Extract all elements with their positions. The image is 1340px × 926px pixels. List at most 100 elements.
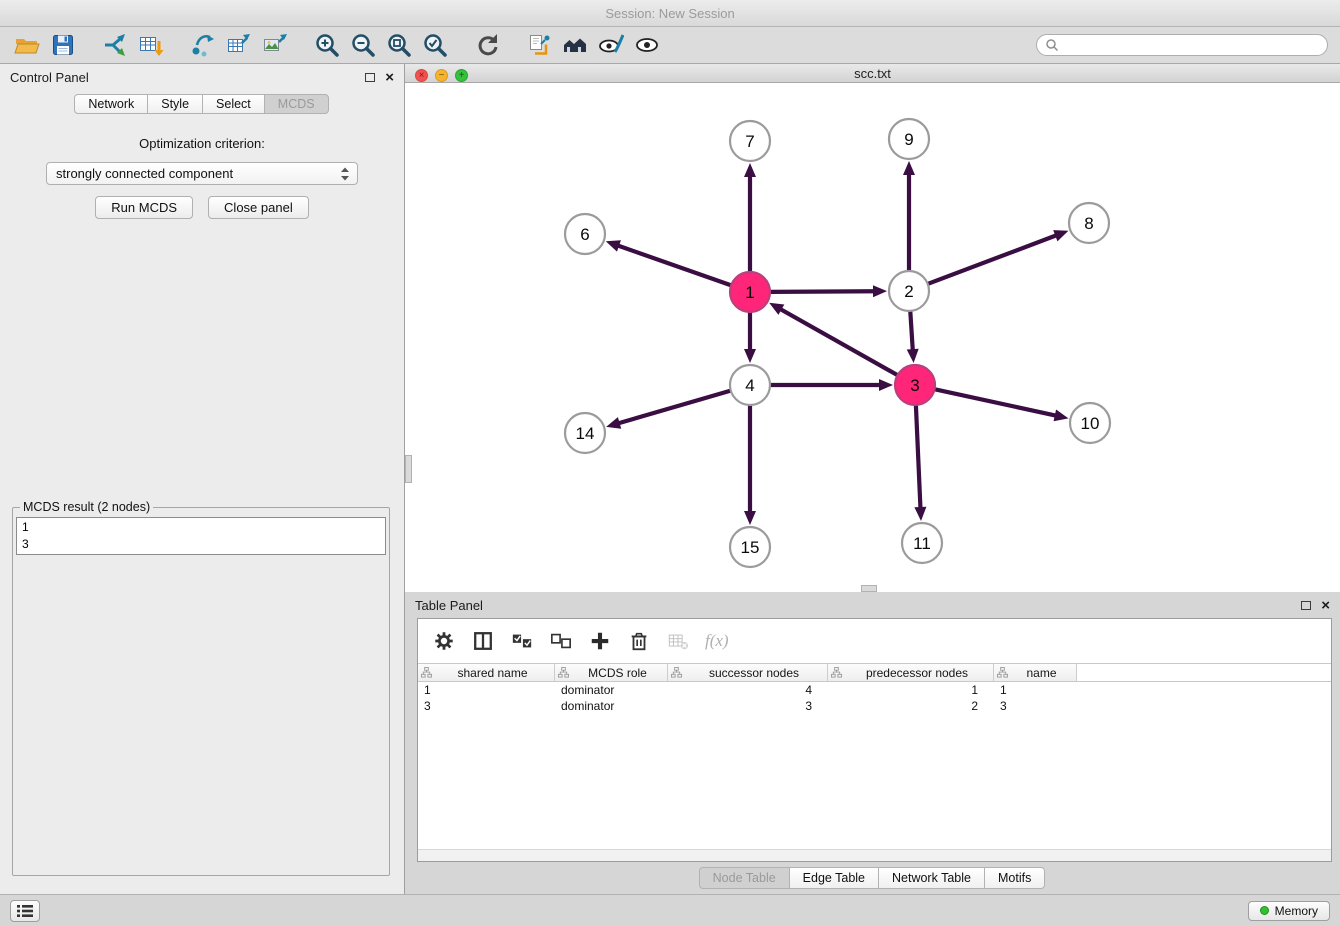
function-builder-icon[interactable]: f(x)	[705, 631, 729, 651]
graph-node-2[interactable]: 2	[889, 271, 929, 311]
add-row-icon[interactable]	[588, 629, 612, 653]
graph-edge-1-7[interactable]	[744, 163, 756, 271]
graph-node-11[interactable]: 11	[902, 523, 942, 563]
graph-edge-1-4[interactable]	[744, 313, 756, 363]
tab-node-table[interactable]: Node Table	[699, 867, 790, 889]
refresh-icon[interactable]	[472, 30, 502, 60]
table-row[interactable]: 3dominator323	[418, 698, 1331, 714]
column-header-mcds-role[interactable]: MCDS role	[555, 664, 668, 681]
tab-network-table[interactable]: Network Table	[878, 867, 985, 889]
network-canvas[interactable]: 7 9 6 8 1 2 4 3 14 10 15 11	[405, 83, 1340, 592]
graph-node-4[interactable]: 4	[730, 365, 770, 405]
show-hide-eye-icon[interactable]	[632, 30, 662, 60]
svg-text:14: 14	[576, 424, 595, 443]
column-header-name[interactable]: name	[994, 664, 1077, 681]
zoom-window-button[interactable]: +	[455, 69, 468, 82]
network-graph[interactable]: 7 9 6 8 1 2 4 3 14 10 15 11	[405, 83, 1340, 587]
open-network-document-icon[interactable]	[524, 30, 554, 60]
table-row[interactable]: 1dominator411	[418, 682, 1331, 698]
table-cell[interactable]: dominator	[555, 683, 668, 697]
graph-edge-3-1[interactable]	[769, 303, 897, 375]
tab-network[interactable]: Network	[74, 94, 148, 114]
network-window-titlebar[interactable]: × − + scc.txt	[405, 64, 1340, 83]
table-cell[interactable]: 3	[418, 699, 555, 713]
graph-edge-4-14[interactable]	[606, 391, 730, 429]
import-table-icon[interactable]	[136, 30, 166, 60]
tab-motifs[interactable]: Motifs	[984, 867, 1045, 889]
zoom-in-icon[interactable]	[312, 30, 342, 60]
run-mcds-button[interactable]: Run MCDS	[95, 196, 193, 219]
column-header-shared-name[interactable]: shared name	[418, 664, 555, 681]
delete-row-icon[interactable]	[627, 629, 651, 653]
graph-node-15[interactable]: 15	[730, 527, 770, 567]
visual-style-eye-icon[interactable]	[596, 30, 626, 60]
zoom-selected-icon[interactable]	[420, 30, 450, 60]
criterion-dropdown[interactable]: strongly connected component	[46, 162, 358, 185]
import-network-icon[interactable]	[100, 30, 130, 60]
network-window-title: scc.txt	[854, 66, 891, 81]
splitter-handle-left[interactable]	[405, 455, 412, 483]
zoom-fit-icon[interactable]	[384, 30, 414, 60]
window-titlebar[interactable]: Session: New Session	[0, 0, 1340, 27]
close-panel-button[interactable]: Close panel	[208, 196, 309, 219]
table-cell[interactable]: 4	[668, 683, 828, 697]
open-session-icon[interactable]	[12, 30, 42, 60]
table-cell[interactable]: 2	[828, 699, 994, 713]
table-cell[interactable]: 1	[418, 683, 555, 697]
table-cell[interactable]: 3	[668, 699, 828, 713]
graph-node-7[interactable]: 7	[730, 121, 770, 161]
graph-edge-4-15[interactable]	[744, 406, 756, 525]
graph-node-6[interactable]: 6	[565, 214, 605, 254]
column-header-predecessor-nodes[interactable]: predecessor nodes	[828, 664, 994, 681]
graph-edge-1-6[interactable]	[606, 240, 730, 285]
mcds-result-list[interactable]: 1 3	[16, 517, 386, 555]
graph-edge-1-2[interactable]	[771, 285, 887, 297]
settings-gear-icon[interactable]	[432, 629, 456, 653]
graph-edge-2-8[interactable]	[929, 230, 1069, 283]
memory-button[interactable]: Memory	[1248, 901, 1330, 921]
export-network-icon[interactable]	[188, 30, 218, 60]
search-box[interactable]	[1036, 34, 1328, 56]
tab-mcds[interactable]: MCDS	[264, 94, 329, 114]
graph-node-8[interactable]: 8	[1069, 203, 1109, 243]
table-hscrollbar[interactable]	[418, 849, 1331, 861]
table-panel-header: Table Panel ×	[405, 592, 1340, 618]
tab-style[interactable]: Style	[147, 94, 203, 114]
graph-node-9[interactable]: 9	[889, 119, 929, 159]
minimize-window-button[interactable]: −	[435, 69, 448, 82]
float-table-panel-icon[interactable]	[1301, 601, 1311, 610]
graph-edge-3-11[interactable]	[914, 406, 926, 521]
column-header-successor-nodes[interactable]: successor nodes	[668, 664, 828, 681]
graph-edge-4-3[interactable]	[771, 379, 893, 391]
table-cell[interactable]: 3	[994, 699, 1077, 713]
column-visibility-icon[interactable]	[471, 629, 495, 653]
graph-node-3[interactable]: 3	[895, 365, 935, 405]
graph-node-10[interactable]: 10	[1070, 403, 1110, 443]
tab-select[interactable]: Select	[202, 94, 265, 114]
close-panel-icon[interactable]: ×	[385, 70, 394, 85]
splitter-handle-bottom[interactable]	[861, 585, 877, 592]
table-cell[interactable]: dominator	[555, 699, 668, 713]
export-table-icon[interactable]	[224, 30, 254, 60]
home-icon[interactable]	[560, 30, 590, 60]
table-cell[interactable]: 1	[828, 683, 994, 697]
float-panel-icon[interactable]	[365, 73, 375, 82]
graph-node-1[interactable]: 1	[730, 272, 770, 312]
graph-edge-2-3[interactable]	[907, 312, 919, 363]
table-cell[interactable]: 1	[994, 683, 1077, 697]
export-image-icon[interactable]	[260, 30, 290, 60]
close-table-panel-icon[interactable]: ×	[1321, 598, 1330, 613]
save-session-icon[interactable]	[48, 30, 78, 60]
list-icon	[16, 904, 34, 918]
graph-edge-2-9[interactable]	[903, 161, 915, 270]
graph-edge-3-10[interactable]	[936, 389, 1069, 421]
clear-table-icon[interactable]	[666, 629, 690, 653]
zoom-out-icon[interactable]	[348, 30, 378, 60]
tab-edge-table[interactable]: Edge Table	[789, 867, 879, 889]
close-window-button[interactable]: ×	[415, 69, 428, 82]
graph-node-14[interactable]: 14	[565, 413, 605, 453]
select-all-icon[interactable]	[510, 629, 534, 653]
search-input[interactable]	[1064, 38, 1319, 52]
task-history-button[interactable]	[10, 900, 40, 922]
unselect-all-icon[interactable]	[549, 629, 573, 653]
